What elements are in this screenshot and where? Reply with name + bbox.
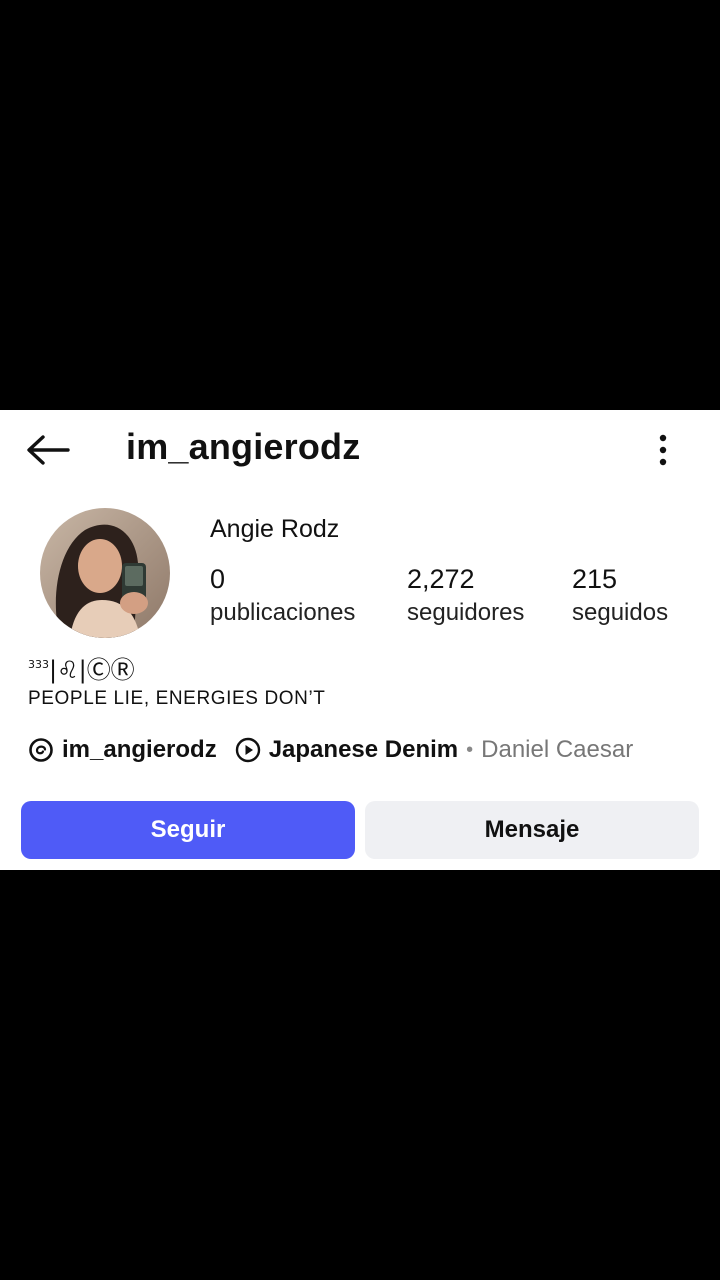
bio-line-symbols: 333|♌|ⒸⓇ xyxy=(28,650,135,685)
profile-links: im_angierodz Japanese Denim • Daniel Cae… xyxy=(28,732,708,768)
stat-followers[interactable]: 2,272 seguidores xyxy=(407,562,524,630)
bio-symbols-text: |♌|ⒸⓇ xyxy=(49,656,135,684)
follow-button[interactable]: Seguir xyxy=(21,801,355,859)
stat-posts[interactable]: 0 publicaciones xyxy=(210,562,355,630)
bio-superscript: 333 xyxy=(28,658,49,671)
more-vertical-icon xyxy=(659,434,667,466)
threads-handle: im_angierodz xyxy=(62,736,217,763)
stat-count: 2,272 xyxy=(407,564,475,594)
bio-text: PEOPLE LIE, ENERGIES DON’T xyxy=(28,688,326,709)
stat-label: publicaciones xyxy=(210,599,356,626)
page-title: im_angierodz xyxy=(126,426,361,467)
play-circle-icon xyxy=(235,737,261,763)
display-name: Angie Rodz xyxy=(210,515,340,543)
threads-link[interactable]: im_angierodz xyxy=(28,736,217,764)
message-button[interactable]: Mensaje xyxy=(365,801,699,859)
stat-label: seguidos xyxy=(572,599,669,626)
back-button[interactable] xyxy=(24,432,74,468)
separator: • xyxy=(466,738,474,761)
more-options-button[interactable] xyxy=(648,432,678,468)
avatar-photo xyxy=(40,508,170,638)
music-link[interactable]: Japanese Denim • Daniel Caesar xyxy=(235,736,634,764)
stat-count: 215 xyxy=(572,564,618,594)
arrow-left-icon xyxy=(27,435,70,465)
avatar[interactable] xyxy=(40,508,170,638)
artist-name: Daniel Caesar xyxy=(481,736,634,763)
stat-label: seguidores xyxy=(407,599,525,626)
stat-count: 0 xyxy=(210,564,226,594)
profile-card: im_angierodz Angie Rodz 0 publicaciones … xyxy=(0,410,720,870)
song-title: Japanese Denim xyxy=(268,736,459,763)
threads-icon xyxy=(28,737,54,763)
stat-following[interactable]: 215 seguidos xyxy=(572,562,668,630)
